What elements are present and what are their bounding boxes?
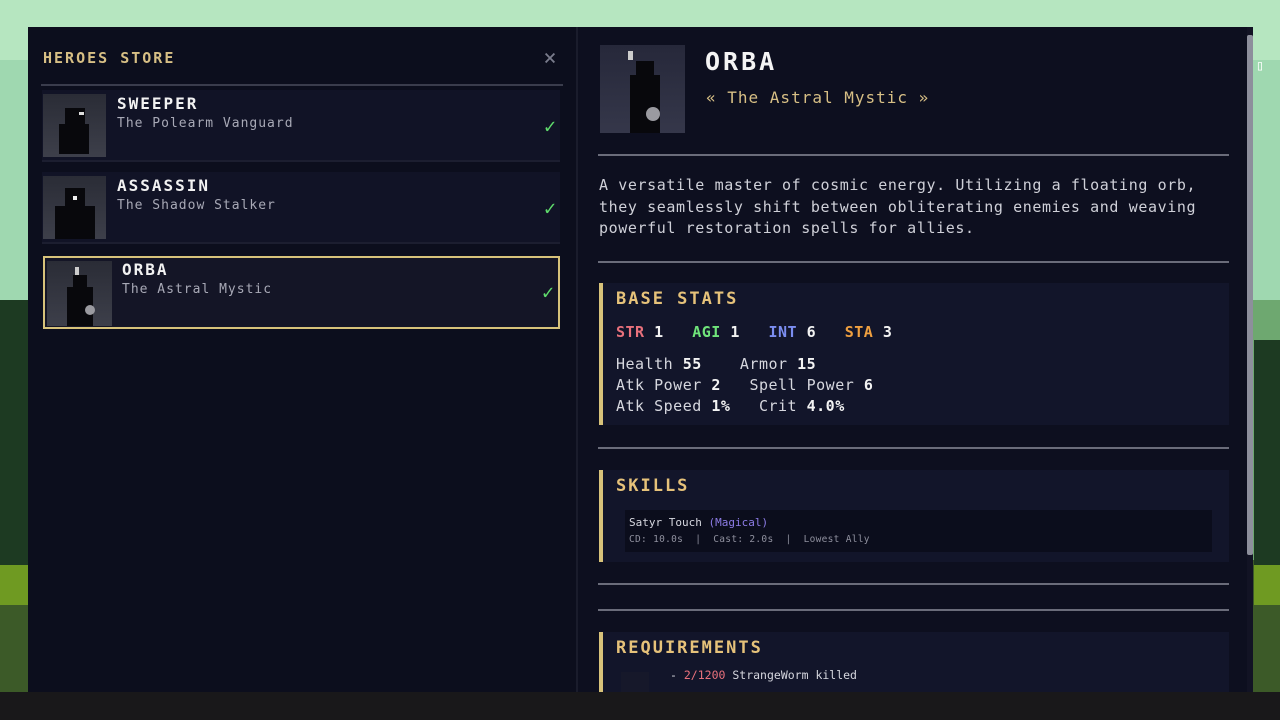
skills-title: SKILLS [616,476,690,496]
menu-icon[interactable]: ▯ [1252,58,1268,74]
power-line: Atk Power 2 Spell Power 6 [616,376,873,394]
atk-power-value: 2 [711,376,721,394]
skill-name-line: Satyr Touch (Magical) [629,516,768,529]
skill-type: (Magical) [708,516,769,529]
hero-subtitle: The Polearm Vanguard [117,116,294,131]
close-icon[interactable]: × [538,47,562,71]
health-label: Health [616,355,674,373]
base-stats-title: BASE STATS [616,289,739,309]
background-grass-right [1254,565,1280,605]
bottom-bar [0,692,1280,720]
hero-detail-subtitle: « The Astral Mystic » [706,88,930,107]
divider [598,154,1229,156]
agi-value: 1 [730,323,740,341]
agi-label: AGI [692,323,721,341]
health-value: 55 [682,355,702,373]
hero-subtitle: The Shadow Stalker [117,198,276,213]
checkmark-icon: ✓ [543,196,556,220]
hero-name: ORBA [122,260,169,279]
crit-value: 4.0% [806,397,845,415]
base-stats-box: BASE STATS STR 1 AGI 1 INT 6 STA 3 Healt… [599,283,1229,425]
skill-name: Satyr Touch [629,516,702,529]
hero-row-sweeper[interactable]: SWEEPER The Polearm Vanguard ✓ [42,90,560,162]
hero-name: ASSASSIN [117,176,211,195]
skill-card[interactable]: Satyr Touch (Magical) CD: 10.0s | Cast: … [625,510,1212,552]
atk-power-label: Atk Power [616,376,702,394]
requirement-count: 2/1200 [683,668,726,682]
scrollbar-thumb[interactable] [1247,35,1253,555]
hero-row-assassin[interactable]: ASSASSIN The Shadow Stalker ✓ [42,172,560,244]
hero-portrait [43,94,106,157]
int-value: 6 [806,323,817,341]
skills-box: SKILLS Satyr Touch (Magical) CD: 10.0s |… [599,470,1229,562]
attribute-line: STR 1 AGI 1 INT 6 STA 3 [616,323,892,341]
hero-list-pane: HEROES STORE × SWEEPER The Polearm Vangu… [28,27,576,692]
speed-crit-line: Atk Speed 1% Crit 4.0% [616,397,845,415]
health-armor-line: Health 55 Armor 15 [616,355,816,373]
skill-meta: CD: 10.0s | Cast: 2.0s | Lowest Ally [629,534,870,545]
divider [598,261,1229,263]
spell-power-label: Spell Power [749,376,855,394]
atk-speed-value: 1% [711,397,731,415]
hero-detail-name: ORBA [705,47,778,76]
pane-divider [576,27,578,692]
hero-portrait-large [600,45,685,133]
str-value: 1 [654,323,664,341]
requirement-creature-icon [621,672,649,692]
checkmark-icon: ✓ [543,114,556,138]
str-label: STR [616,323,645,341]
crit-label: Crit [758,397,798,415]
background-grass-left [0,565,28,605]
spell-power-value: 6 [863,376,874,394]
background-tree-right [1254,340,1280,580]
hero-detail-pane: ORBA « The Astral Mystic » A versatile m… [598,27,1230,692]
requirement-dash: - [670,668,677,682]
hero-description: A versatile master of cosmic energy. Uti… [599,176,1197,237]
divider [41,84,563,86]
hero-portrait [47,261,112,326]
sta-label: STA [844,323,874,341]
int-label: INT [768,323,798,341]
requirements-title: REQUIREMENTS [616,638,763,658]
atk-speed-label: Atk Speed [616,397,702,415]
hero-portrait [43,176,106,239]
armor-value: 15 [797,355,817,373]
checkmark-icon: ✓ [541,280,554,304]
armor-label: Armor [739,355,788,373]
divider [598,609,1229,611]
hero-subtitle: The Astral Mystic [122,282,273,297]
sta-value: 3 [882,323,893,341]
requirement-line: - 2/1200 StrangeWorm killed [670,668,857,682]
hero-row-orba[interactable]: ORBA The Astral Mystic ✓ [43,256,560,329]
store-title: HEROES STORE [43,49,176,67]
requirement-text: StrangeWorm killed [732,668,857,682]
heroes-store-panel: HEROES STORE × SWEEPER The Polearm Vangu… [28,27,1250,692]
background-tree-left [0,300,28,600]
hero-name: SWEEPER [117,94,199,113]
divider [598,583,1229,585]
divider [598,447,1229,449]
requirements-box: REQUIREMENTS - 2/1200 StrangeWorm killed [599,632,1229,692]
